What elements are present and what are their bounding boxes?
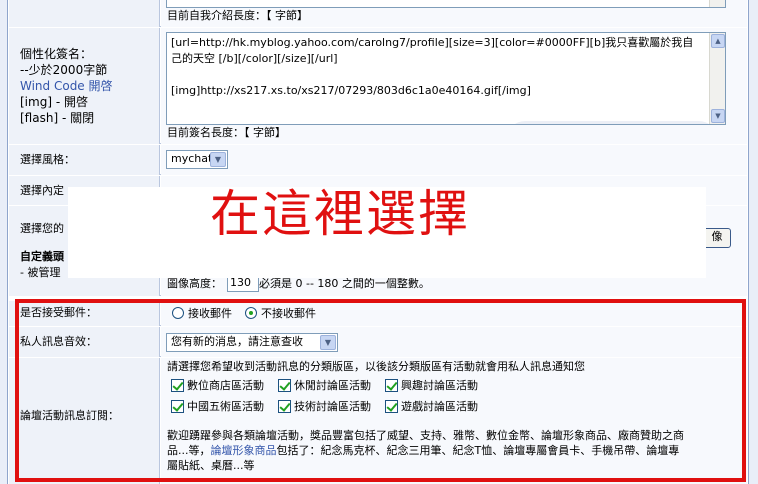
flash-status: [flash] - 關閉 <box>20 111 95 125</box>
img-status: [img] - 開啓 <box>20 95 88 109</box>
signature-limit: --少於2000字節 <box>20 63 108 77</box>
avatar-custom-label: 自定義頭 <box>20 250 64 263</box>
signature-length-text: 目前簽名長度：【 字節】 <box>167 126 286 139</box>
signature-value-cell: [url=http://hk.myblog.yahoo.com/carolng7… <box>161 28 747 144</box>
intro-value-cell: 目前自我介紹長度：【 字節】 <box>161 0 747 27</box>
avatar-button[interactable]: 像 <box>703 228 731 248</box>
scroll-down-arrow-icon[interactable]: ▼ <box>711 109 725 123</box>
avatar-height-label: 圖像高度： <box>167 277 222 290</box>
intro-scrollbar[interactable] <box>709 0 725 7</box>
avatar-height-hint: 必須是 0 -- 180 之間的一個整數。 <box>259 277 430 290</box>
left-border <box>0 0 8 484</box>
annotation-text: 在這裡選擇 <box>210 185 470 243</box>
style-value-cell: mychat ▼ <box>161 145 747 175</box>
style-select[interactable]: mychat ▼ <box>166 150 228 169</box>
intro-textarea[interactable] <box>166 0 726 8</box>
watermark-logo <box>507 121 717 124</box>
avatar-select-label: 選擇您的 <box>20 222 64 235</box>
style-select-value: mychat <box>171 152 213 165</box>
signature-line-1: [url=http://hk.myblog.yahoo.com/carolng7… <box>171 36 694 49</box>
signature-line-2: 己的天空 [/b][/color][/size][/url] <box>171 52 338 65</box>
style-label: 選擇風格： <box>20 153 75 166</box>
right-border <box>748 0 758 484</box>
settings-form: 目前自我介紹長度：【 字節】 個性化簽名： --少於2000字節 Wind Co… <box>0 0 758 484</box>
style-label-cell: 選擇風格： <box>9 145 160 175</box>
signature-title: 個性化簽名： <box>20 47 93 61</box>
scroll-up-arrow-icon[interactable]: ▲ <box>711 34 725 48</box>
windcode-link[interactable]: Wind Code 開啓 <box>20 78 113 94</box>
signature-label-cell: 個性化簽名： --少於2000字節 Wind Code 開啓 [img] - 開… <box>9 28 160 144</box>
partial-label: 選擇內定 <box>20 184 64 197</box>
intro-label-cell <box>9 0 160 27</box>
highlight-box <box>15 299 746 482</box>
signature-line-3: [img]http://xs217.xs.to/xs217/07293/803d… <box>171 84 531 97</box>
signature-scrollbar[interactable]: ▲ ▼ <box>709 33 725 124</box>
avatar-admin-label: - 被管理 <box>20 266 61 279</box>
signature-textarea[interactable]: [url=http://hk.myblog.yahoo.com/carolng7… <box>166 32 726 125</box>
intro-length-text: 目前自我介紹長度：【 字節】 <box>167 9 308 22</box>
chevron-down-icon: ▼ <box>210 152 226 167</box>
